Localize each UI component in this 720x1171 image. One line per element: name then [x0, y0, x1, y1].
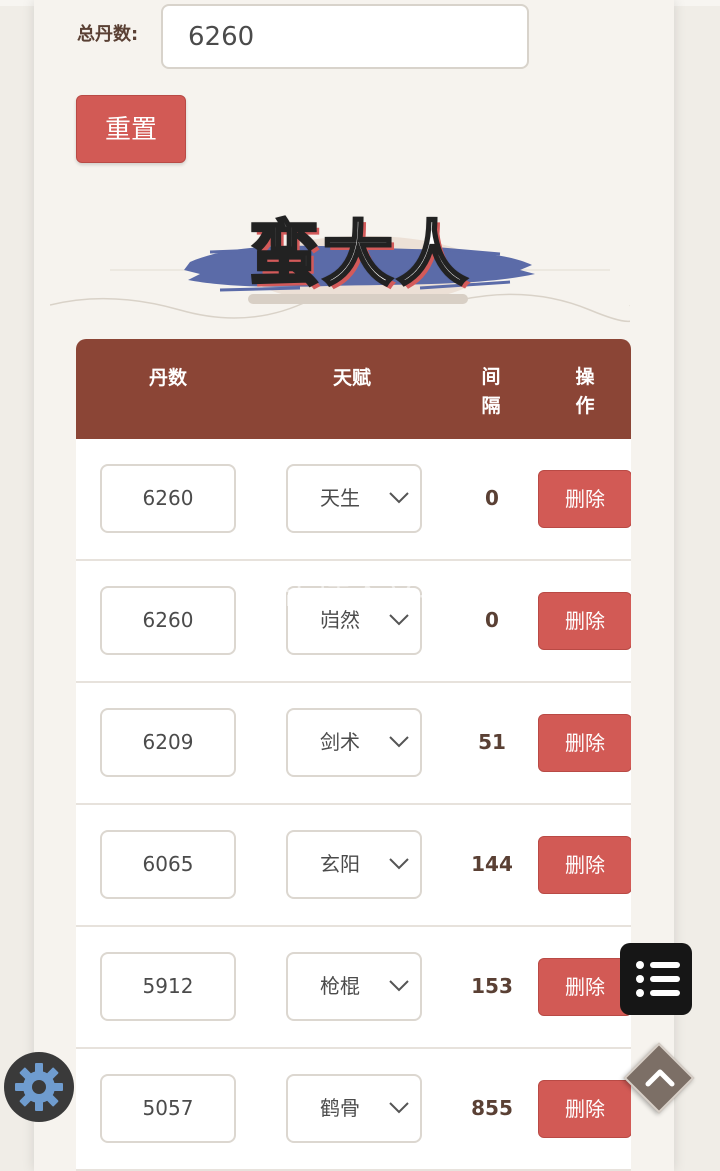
- menu-button[interactable]: [620, 943, 692, 1015]
- page-title: 蛮大人: [248, 212, 471, 297]
- header-talent: 天赋: [332, 367, 371, 389]
- talent-select-value: 天生: [320, 486, 360, 510]
- settings-button[interactable]: [4, 1052, 74, 1122]
- chevron-down-icon: [389, 1102, 409, 1114]
- talent-select[interactable]: 天生: [286, 464, 422, 533]
- chevron-down-icon: [389, 614, 409, 626]
- interval-value: 51: [478, 730, 506, 754]
- chevron-down-icon: [389, 492, 409, 504]
- talent-select-value: 枪棍: [320, 974, 360, 998]
- talent-select-value: 玄阳: [320, 852, 360, 876]
- table-row: 5057 鹤骨 855 删除: [76, 1049, 631, 1171]
- talent-select[interactable]: 剑术: [286, 708, 422, 777]
- title-banner: 蛮大人: [180, 190, 540, 315]
- dan-input[interactable]: 6260: [100, 464, 236, 533]
- list-icon: [636, 961, 680, 997]
- talent-select-value: 剑术: [320, 730, 360, 754]
- reset-button[interactable]: 重置: [76, 95, 186, 163]
- interval-value: 855: [471, 1096, 513, 1120]
- delete-button[interactable]: 删除: [538, 836, 631, 894]
- total-dan-input[interactable]: 6260: [161, 4, 529, 69]
- interval-value: 144: [471, 852, 513, 876]
- talent-select[interactable]: 玄阳: [286, 830, 422, 899]
- total-dan-label: 总丹数:: [77, 24, 139, 45]
- table-row: 5912 枪棍 153 删除: [76, 927, 631, 1049]
- dan-input[interactable]: 6260: [100, 586, 236, 655]
- dan-input[interactable]: 5912: [100, 952, 236, 1021]
- gear-icon: [15, 1063, 63, 1111]
- watermark-text: 点击插入文字: [248, 574, 452, 614]
- table-row: 6065 玄阳 144 删除: [76, 805, 631, 927]
- chevron-down-icon: [389, 858, 409, 870]
- delete-button[interactable]: 删除: [538, 592, 631, 650]
- interval-value: 0: [485, 486, 499, 510]
- chevron-down-icon: [389, 980, 409, 992]
- table-row: 6260 天生 0 删除: [76, 439, 631, 561]
- dan-input[interactable]: 5057: [100, 1074, 236, 1143]
- dan-input[interactable]: 6065: [100, 830, 236, 899]
- delete-button[interactable]: 删除: [538, 1080, 631, 1138]
- delete-button[interactable]: 删除: [538, 958, 631, 1016]
- talent-select-value: 鹤骨: [320, 1096, 360, 1120]
- header-interval: 间隔: [481, 366, 501, 417]
- talent-select[interactable]: 枪棍: [286, 952, 422, 1021]
- chevron-up-icon: [645, 1069, 675, 1087]
- table-row: 6209 剑术 51 删除: [76, 683, 631, 805]
- header-dan: 丹数: [148, 367, 187, 389]
- talent-select[interactable]: 鹤骨: [286, 1074, 422, 1143]
- header-action: 操作: [575, 366, 595, 417]
- interval-value: 153: [471, 974, 513, 998]
- dan-table: 丹数 天赋 间隔 操作 6260 天生 0 删除 6260 岿然 0 删除 62…: [76, 339, 631, 1171]
- delete-button[interactable]: 删除: [538, 470, 631, 528]
- delete-button[interactable]: 删除: [538, 714, 631, 772]
- dan-input[interactable]: 6209: [100, 708, 236, 777]
- table-header: 丹数 天赋 间隔 操作: [76, 339, 631, 439]
- chevron-down-icon: [389, 736, 409, 748]
